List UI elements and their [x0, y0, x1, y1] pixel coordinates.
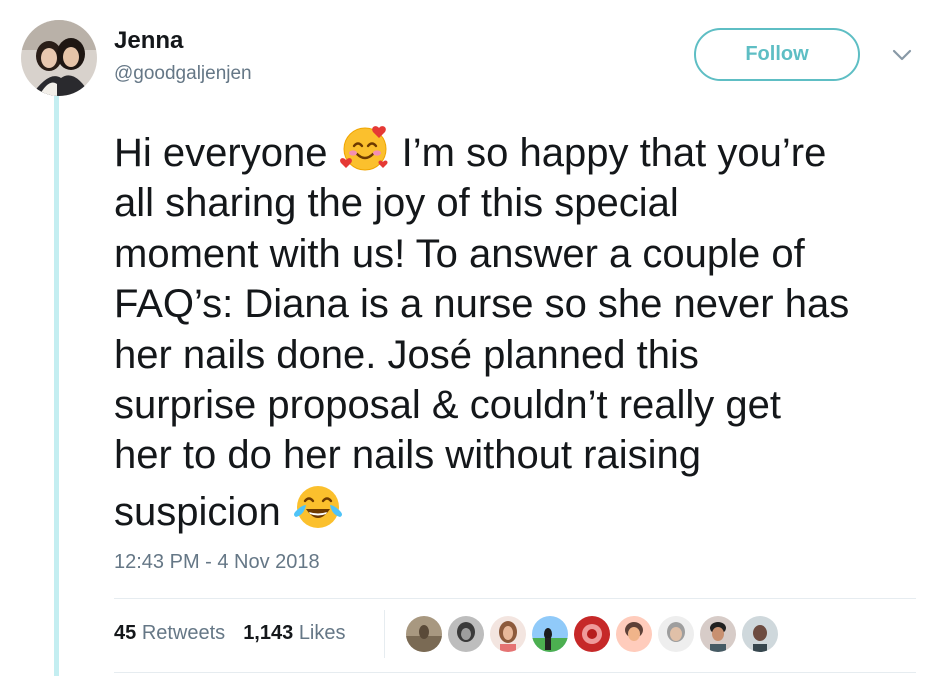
tweet-line: all sharing the joy of this special — [114, 181, 679, 226]
tweet-text-segment: Hi everyone — [114, 131, 339, 175]
stats-divider — [384, 610, 385, 658]
liker-avatar[interactable] — [488, 614, 528, 654]
tweet-text-segment: I’m so happy that you’re — [390, 131, 827, 175]
tweet-timestamp[interactable]: 12:43 PM - 4 Nov 2018 — [114, 551, 320, 574]
face-with-tears-of-joy-icon — [293, 485, 342, 528]
divider — [114, 598, 916, 599]
tweet-line: suspicion — [114, 481, 934, 537]
liker-avatars — [404, 614, 782, 654]
likes-count: 1,143 — [243, 622, 294, 644]
liker-avatar[interactable] — [614, 614, 654, 654]
tweet-line: FAQ’s: Diana is a nurse so she never has — [114, 282, 850, 327]
engagement-stats: 45 Retweets 1,143 Likes — [114, 622, 346, 645]
tweet-line: her nails done. José planned this — [114, 332, 699, 377]
divider — [114, 672, 916, 673]
follow-button[interactable]: Follow — [694, 28, 860, 81]
liker-avatar[interactable] — [740, 614, 780, 654]
avatar[interactable] — [21, 20, 97, 96]
tweet-line: her to do her nails without raising — [114, 433, 701, 478]
thread-line — [54, 96, 59, 676]
smiling-face-with-hearts-icon — [339, 126, 388, 171]
tweet-line: moment with us! To answer a couple of — [114, 231, 805, 276]
retweets-label: Retweets — [141, 622, 226, 644]
retweets-count: 45 — [114, 622, 137, 644]
tweet-line: Hi everyone I’m so happy that you’re — [114, 122, 934, 178]
likes-stat[interactable]: 1,143 Likes — [243, 622, 345, 645]
chevron-down-icon[interactable] — [890, 47, 914, 63]
liker-avatar[interactable] — [446, 614, 486, 654]
author-name[interactable]: Jenna — [114, 27, 183, 55]
tweet-text-segment: suspicion — [114, 489, 292, 534]
tweet-text: Hi everyone I’m so happy that you’re all… — [114, 122, 934, 537]
liker-avatar[interactable] — [698, 614, 738, 654]
liker-avatar[interactable] — [530, 614, 570, 654]
author-handle[interactable]: @goodgaljenjen — [114, 63, 252, 85]
tweet-line: surprise proposal & couldn’t really get — [114, 383, 782, 428]
likes-label: Likes — [298, 622, 346, 644]
liker-avatar[interactable] — [572, 614, 612, 654]
liker-avatar[interactable] — [404, 614, 444, 654]
retweets-stat[interactable]: 45 Retweets — [114, 622, 225, 645]
liker-avatar[interactable] — [656, 614, 696, 654]
